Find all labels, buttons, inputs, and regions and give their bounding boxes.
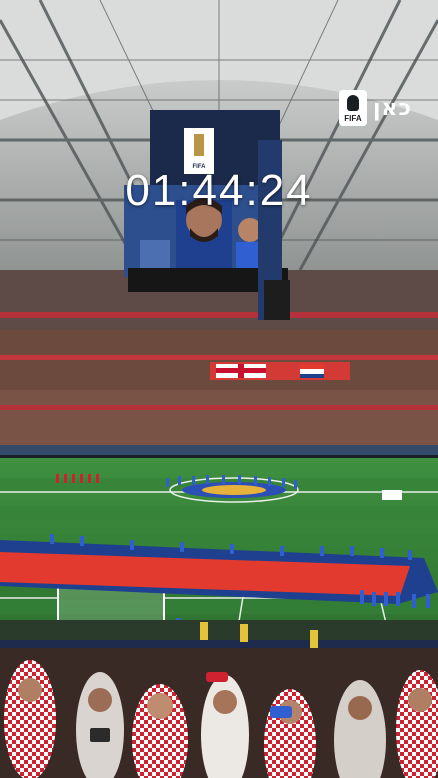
logo-badge-text: FIFA — [344, 114, 362, 123]
foreground-crowd — [0, 648, 438, 778]
fifa-trophy-icon: FIFA — [338, 90, 367, 126]
pitchside-area — [0, 620, 438, 650]
upper-stands — [0, 270, 438, 455]
elapsed-timer: 01:44:24 — [125, 166, 313, 215]
logo-text: כאן — [372, 95, 412, 121]
broadcaster-logo: FIFA כאן — [338, 90, 412, 126]
